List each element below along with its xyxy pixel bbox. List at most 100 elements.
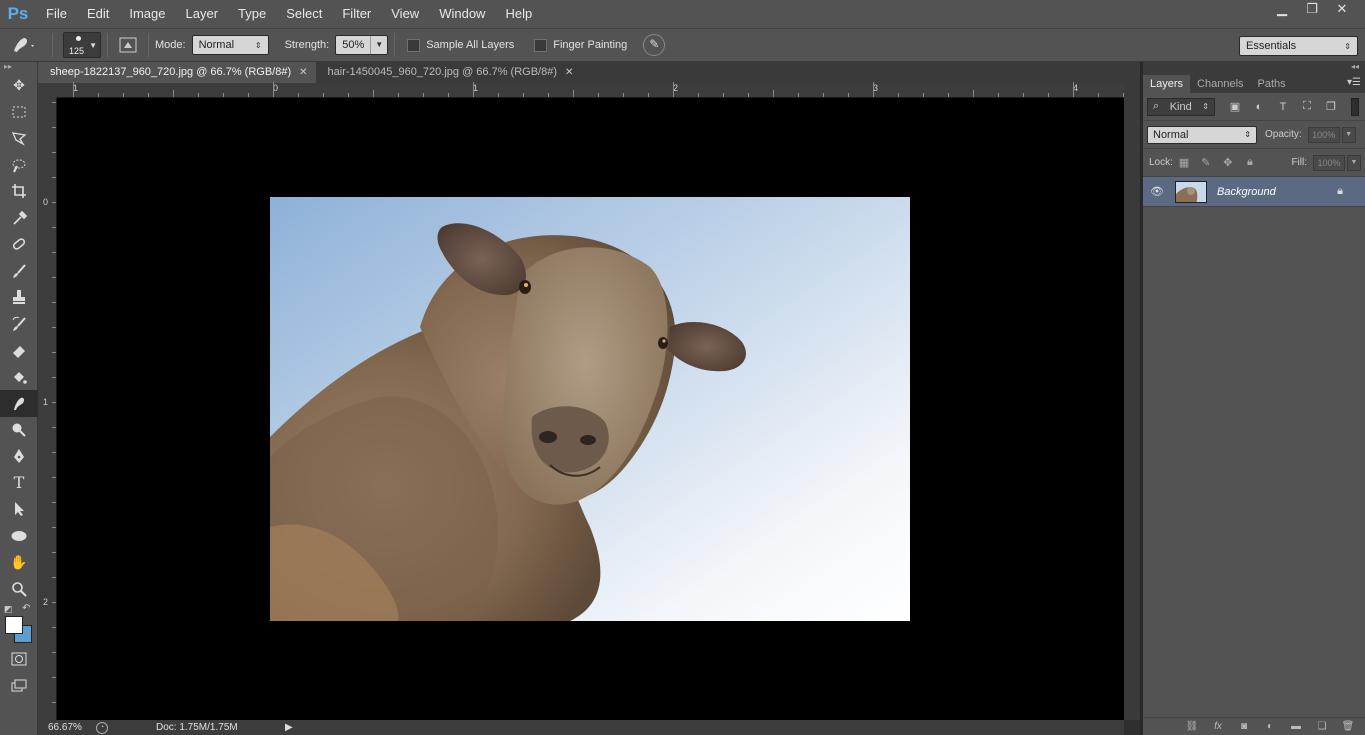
filter-smart-object-icon[interactable]: ❐	[1319, 100, 1343, 113]
sheep-photo[interactable]	[270, 197, 910, 621]
tab-layers[interactable]: Layers	[1143, 75, 1191, 93]
panel-menu-icon[interactable]: ▾☰	[1347, 77, 1361, 88]
document-info-icon[interactable]: ◔	[96, 721, 108, 734]
quick-mask-icon[interactable]	[0, 646, 38, 673]
menu-layer[interactable]: Layer	[176, 0, 229, 28]
tab-channels[interactable]: Channels	[1190, 75, 1250, 93]
marquee-tool-icon[interactable]	[0, 99, 38, 126]
ruler-tick	[748, 93, 749, 97]
status-menu-arrow-icon[interactable]: ▶	[285, 722, 293, 733]
filter-adjustment-icon[interactable]: ◐	[1247, 101, 1271, 113]
screen-mode-icon[interactable]	[0, 673, 38, 700]
add-mask-icon[interactable]: ◙	[1231, 721, 1257, 732]
restore-button[interactable]: ❐	[1297, 0, 1327, 20]
ruler-label: 2	[43, 597, 49, 607]
menu-filter[interactable]: Filter	[332, 0, 381, 28]
strength-field[interactable]: 50% ▼	[335, 35, 389, 55]
menu-type[interactable]: Type	[228, 0, 276, 28]
menu-edit[interactable]: Edit	[77, 0, 119, 28]
menu-window[interactable]: Window	[429, 0, 495, 28]
adjustment-layer-icon[interactable]: ◐	[1257, 721, 1283, 732]
ruler-tick	[52, 702, 56, 703]
workspace-dropdown[interactable]: Essentials ⇕	[1239, 36, 1358, 56]
brush-preset-picker[interactable]: 125 ▼	[63, 32, 101, 58]
horizontal-ruler[interactable]: 1 0 1 2 3 4	[57, 82, 1124, 98]
default-colors-icon[interactable]: ◩	[4, 604, 13, 615]
menu-view[interactable]: View	[381, 0, 429, 28]
menu-help[interactable]: Help	[495, 0, 542, 28]
brush-tool-icon[interactable]	[0, 258, 38, 285]
lock-transparent-icon[interactable]: ▦	[1173, 156, 1195, 169]
close-icon[interactable]: ✕	[565, 62, 573, 83]
kind-filter-dropdown[interactable]: ⌕ Kind ⇕	[1147, 97, 1215, 116]
document-canvas[interactable]	[57, 98, 1124, 720]
menu-image[interactable]: Image	[119, 0, 175, 28]
move-tool-icon[interactable]: ✥	[0, 72, 38, 99]
filter-toggle[interactable]	[1351, 97, 1359, 116]
type-tool-icon[interactable]: T	[0, 470, 38, 497]
eye-icon[interactable]: 👁︎	[1143, 185, 1171, 198]
layer-name[interactable]: Background	[1217, 186, 1276, 198]
quick-selection-tool-icon[interactable]	[0, 152, 38, 179]
mode-dropdown[interactable]: Normal ⇕	[191, 35, 269, 55]
zoom-level[interactable]: 66.67%	[38, 722, 92, 733]
lock-image-icon[interactable]: ✎	[1195, 156, 1217, 169]
zoom-tool-icon[interactable]	[0, 576, 38, 603]
smudge-tool-icon[interactable]	[0, 390, 38, 417]
scroll-corner	[1124, 720, 1140, 735]
filter-type-icon[interactable]: T	[1271, 101, 1295, 113]
tab-paths[interactable]: Paths	[1251, 75, 1293, 93]
swap-colors-icon[interactable]: ↶	[22, 603, 30, 614]
close-icon[interactable]: ✕	[299, 62, 307, 83]
tab-hair[interactable]: hair-1450045_960_720.jpg @ 66.7% (RGB/8#…	[316, 62, 582, 83]
history-brush-tool-icon[interactable]	[0, 311, 38, 338]
hand-tool-icon[interactable]: ✋	[0, 549, 38, 576]
chevron-down-icon[interactable]: ▼	[1347, 154, 1361, 171]
chevron-down-icon[interactable]: ▼	[1341, 126, 1356, 143]
foreground-color-swatch[interactable]	[5, 616, 23, 634]
link-layers-icon[interactable]: ⛓	[1179, 721, 1205, 732]
panel-collapse-icon[interactable]: ◂◂	[1143, 62, 1365, 75]
blend-mode-dropdown[interactable]: Normal ⇕	[1147, 125, 1257, 144]
pen-tool-icon[interactable]	[0, 443, 38, 470]
new-group-icon[interactable]: ▬	[1283, 721, 1309, 732]
minimize-button[interactable]: ▁	[1267, 0, 1297, 20]
ruler-tick	[698, 93, 699, 97]
layer-style-icon[interactable]: fx	[1205, 721, 1231, 732]
smudge-tool-preset-icon[interactable]	[0, 28, 46, 62]
opacity-field[interactable]: 100%	[1307, 126, 1340, 143]
eraser-tool-icon[interactable]	[0, 337, 38, 364]
healing-brush-tool-icon[interactable]	[0, 231, 38, 258]
lasso-tool-icon[interactable]	[0, 125, 38, 152]
filter-shape-icon[interactable]: ⛶	[1295, 100, 1319, 113]
eyedropper-tool-icon[interactable]	[0, 205, 38, 232]
delete-layer-icon[interactable]: 🗑︎	[1335, 721, 1361, 732]
search-icon: ⌕	[1153, 100, 1160, 112]
panel-grip-icon[interactable]: ▸▸	[0, 62, 37, 72]
crop-tool-icon[interactable]	[0, 178, 38, 205]
lock-all-icon[interactable]: 🔒︎	[1239, 156, 1261, 169]
path-selection-tool-icon[interactable]	[0, 496, 38, 523]
chevron-down-icon[interactable]: ▼	[370, 36, 387, 54]
ruler-origin[interactable]	[38, 83, 57, 98]
new-layer-icon[interactable]: ❏	[1309, 721, 1335, 732]
filter-pixel-icon[interactable]: ▣	[1223, 100, 1247, 113]
ellipse-tool-icon[interactable]	[0, 523, 38, 550]
clone-stamp-tool-icon[interactable]	[0, 284, 38, 311]
layer-background[interactable]: 👁︎ Background 🔒︎	[1143, 177, 1365, 207]
fill-field[interactable]: 100%	[1313, 154, 1345, 171]
vertical-ruler[interactable]: 0 1 2	[38, 98, 57, 720]
menu-file[interactable]: File	[36, 0, 77, 28]
finger-painting-checkbox[interactable]	[534, 38, 548, 52]
sample-all-layers-checkbox[interactable]	[407, 38, 421, 52]
pressure-strength-icon[interactable]: ✎	[643, 34, 666, 56]
dodge-tool-icon[interactable]	[0, 417, 38, 444]
tab-sheep[interactable]: sheep-1822137_960_720.jpg @ 66.7% (RGB/8…	[38, 62, 316, 83]
close-button[interactable]: ✕	[1327, 0, 1357, 20]
paint-bucket-tool-icon[interactable]	[0, 364, 38, 391]
menu-select[interactable]: Select	[276, 0, 332, 28]
ruler-tick	[498, 93, 499, 97]
lock-position-icon[interactable]: ✥	[1217, 156, 1239, 169]
vertical-scrollbar[interactable]	[1124, 83, 1140, 720]
brush-panel-toggle-icon[interactable]	[114, 28, 142, 62]
